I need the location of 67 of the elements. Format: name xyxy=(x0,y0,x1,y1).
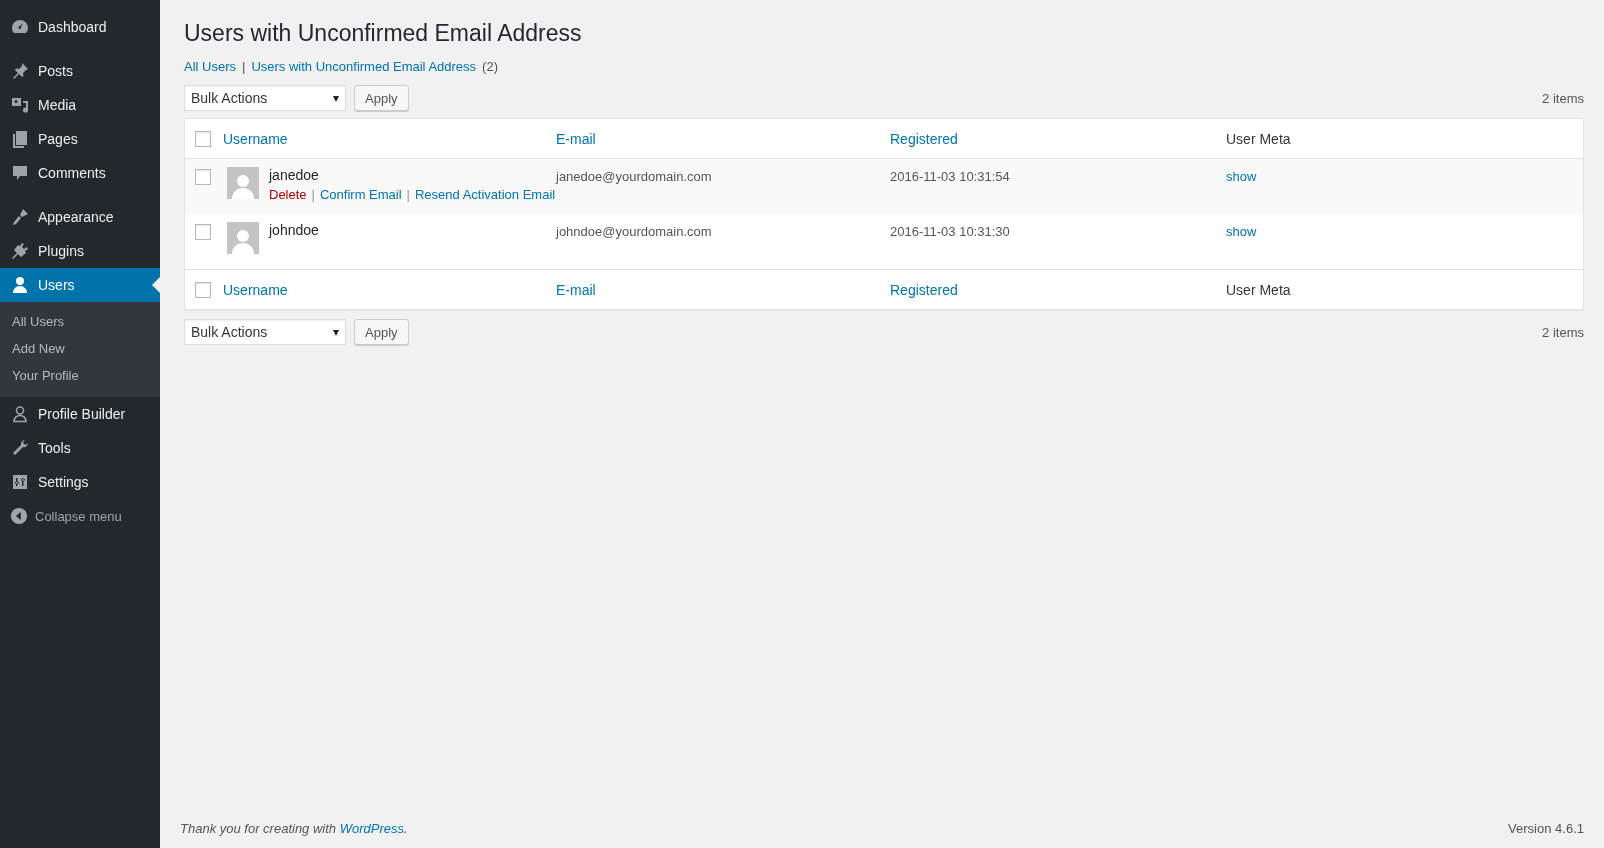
separator: | xyxy=(406,187,410,202)
show-meta-link[interactable]: show xyxy=(1226,224,1257,239)
menu-item[interactable]: Profile Builder xyxy=(0,397,160,431)
caret-icon xyxy=(333,330,339,336)
apply-button[interactable]: Apply xyxy=(354,319,409,345)
menu-item[interactable]: Dashboard xyxy=(0,10,160,44)
item-count: 2 items xyxy=(1542,324,1584,340)
menu-item[interactable]: Posts xyxy=(0,54,160,88)
submenu-item[interactable]: Your Profile xyxy=(0,362,160,389)
menu-item[interactable]: Appearance xyxy=(0,200,160,234)
column-header[interactable]: Registered xyxy=(890,130,958,147)
separator: | xyxy=(311,187,315,202)
registered-date: 2016-11-03 10:31:30 xyxy=(890,224,1010,239)
apply-button[interactable]: Apply xyxy=(354,85,409,111)
email-text: janedoe@yourdomain.com xyxy=(556,169,712,184)
column-header[interactable]: Username xyxy=(223,130,288,147)
checkbox[interactable] xyxy=(195,130,211,147)
view-filter-link[interactable]: All Users xyxy=(184,59,236,74)
sliders-icon xyxy=(10,472,30,492)
username[interactable]: johndoe xyxy=(269,222,319,238)
bulk-actions-dropdown[interactable]: Bulk Actions xyxy=(184,319,346,345)
menu-item[interactable]: Settings xyxy=(0,465,160,499)
menu-item[interactable]: Users xyxy=(0,268,160,302)
checkbox[interactable] xyxy=(195,224,211,240)
collapse-menu-button[interactable]: Collapse menu xyxy=(0,499,160,533)
footer-credit: Thank you for creating with WordPress. xyxy=(180,820,408,836)
registered-date: 2016-11-03 10:31:54 xyxy=(890,169,1010,184)
caret-icon xyxy=(333,96,339,102)
paintbrush-icon xyxy=(10,207,30,227)
column-header[interactable]: Username xyxy=(223,281,288,298)
separator: | xyxy=(242,59,246,74)
email-text: johndoe@yourdomain.com xyxy=(556,224,712,239)
user-icon xyxy=(10,275,30,295)
avatar-icon xyxy=(227,167,259,199)
current-marker xyxy=(152,277,160,293)
row-action-link[interactable]: Resend Activation Email xyxy=(415,187,556,202)
column-header[interactable]: Registered xyxy=(890,281,958,298)
wordpress-link[interactable]: WordPress xyxy=(339,820,404,836)
item-count: 2 items xyxy=(1542,90,1584,106)
menu-item[interactable]: Pages xyxy=(0,122,160,156)
submenu-item[interactable]: All Users xyxy=(0,308,160,335)
row-action-link[interactable]: Confirm Email xyxy=(319,187,402,202)
checkbox[interactable] xyxy=(195,169,211,185)
menu-item[interactable]: Comments xyxy=(0,156,160,190)
column-header: User Meta xyxy=(1226,281,1291,298)
pages-icon xyxy=(10,129,30,149)
menu-item[interactable]: Plugins xyxy=(0,234,160,268)
checkbox[interactable] xyxy=(195,281,211,298)
avatar-icon xyxy=(227,222,259,254)
column-header[interactable]: E-mail xyxy=(556,130,596,147)
column-header: User Meta xyxy=(1226,130,1291,147)
bulk-actions-dropdown[interactable]: Bulk Actions xyxy=(184,85,346,111)
submenu-item[interactable]: Add New xyxy=(0,335,160,362)
view-filter-link[interactable]: Users with Unconfirmed Email Address xyxy=(251,59,477,74)
column-header[interactable]: E-mail xyxy=(556,281,596,298)
view-count: (2) xyxy=(482,59,498,74)
version-text: Version 4.6.1 xyxy=(1508,820,1584,836)
menu-item[interactable]: Tools xyxy=(0,431,160,465)
menu-item[interactable]: Media xyxy=(0,88,160,122)
show-meta-link[interactable]: show xyxy=(1226,169,1257,184)
user-outline-icon xyxy=(10,404,30,424)
username[interactable]: janedoe xyxy=(269,167,556,183)
page-title: Users with Unconfirmed Email Address xyxy=(184,20,583,47)
plug-icon xyxy=(10,241,30,261)
row-action-link[interactable]: Delete xyxy=(269,187,307,202)
collapse-icon xyxy=(10,507,28,525)
media-icon xyxy=(10,95,30,115)
